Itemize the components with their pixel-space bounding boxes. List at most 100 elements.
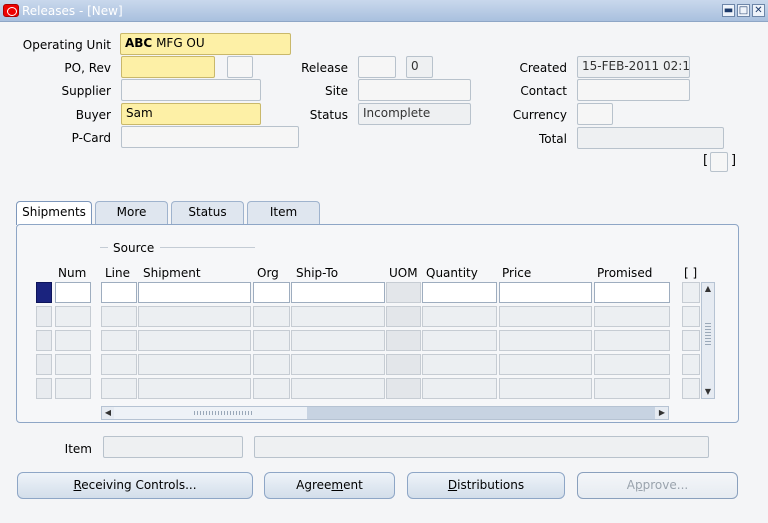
maximize-button[interactable]: □: [737, 4, 750, 17]
receiving-controls-button[interactable]: Receiving Controls...: [17, 472, 253, 499]
tab-more[interactable]: More: [95, 201, 168, 224]
ship-to-cell[interactable]: [291, 306, 385, 327]
line-cell[interactable]: [101, 282, 137, 303]
num-cell[interactable]: [55, 306, 91, 327]
vertical-scrollbar[interactable]: ▲ ▼: [701, 282, 715, 399]
site-label: Site: [324, 84, 348, 98]
distributions-button[interactable]: Distributions: [407, 472, 565, 499]
shipment-cell[interactable]: [138, 378, 251, 399]
org-cell[interactable]: [253, 354, 290, 375]
vertical-scroll-grip[interactable]: [705, 323, 711, 345]
scroll-left-arrow-icon[interactable]: ◀: [102, 407, 114, 419]
contact-field[interactable]: [577, 79, 690, 101]
po-revision-field[interactable]: [227, 56, 253, 78]
org-cell[interactable]: [253, 306, 290, 327]
uom-cell[interactable]: [386, 282, 421, 303]
release-number-field[interactable]: [358, 56, 396, 78]
num-cell[interactable]: [55, 282, 91, 303]
header-dff-field[interactable]: [710, 152, 728, 172]
uom-cell[interactable]: [386, 378, 421, 399]
created-date-field: 15-FEB-2011 02:18: [577, 56, 690, 78]
uom-cell[interactable]: [386, 306, 421, 327]
dff-cell[interactable]: [682, 330, 700, 351]
close-button[interactable]: ✕: [752, 4, 765, 17]
status-field: Incomplete: [358, 103, 471, 125]
minimize-button[interactable]: ▬: [722, 4, 735, 17]
row-selector[interactable]: [36, 306, 52, 327]
approve-label-rest: prove...: [642, 478, 689, 492]
tab-item[interactable]: Item: [247, 201, 320, 224]
site-field[interactable]: [358, 79, 471, 101]
tab-shipments[interactable]: Shipments: [16, 201, 92, 225]
price-cell[interactable]: [499, 330, 592, 351]
row-selector[interactable]: [36, 354, 52, 375]
dff-cell[interactable]: [682, 282, 700, 303]
ship-to-cell[interactable]: [291, 282, 385, 303]
quantity-cell[interactable]: [422, 306, 497, 327]
buyer-field[interactable]: Sam: [121, 103, 261, 125]
promised-cell[interactable]: [594, 330, 670, 351]
horizontal-scroll-thumb[interactable]: [114, 407, 307, 419]
price-cell[interactable]: [499, 354, 592, 375]
shipment-cell[interactable]: [138, 306, 251, 327]
promised-cell[interactable]: [594, 306, 670, 327]
line-cell[interactable]: [101, 330, 137, 351]
price-cell[interactable]: [499, 378, 592, 399]
shipment-cell[interactable]: [138, 282, 251, 303]
row-selector[interactable]: [36, 378, 52, 399]
line-cell[interactable]: [101, 306, 137, 327]
promised-cell[interactable]: [594, 378, 670, 399]
org-cell[interactable]: [253, 378, 290, 399]
currency-field[interactable]: [577, 103, 613, 125]
line-cell[interactable]: [101, 378, 137, 399]
uom-cell[interactable]: [386, 330, 421, 351]
shipment-cell[interactable]: [138, 330, 251, 351]
scroll-up-arrow-icon[interactable]: ▲: [702, 283, 714, 295]
supplier-label: Supplier: [61, 84, 111, 98]
tab-status[interactable]: Status: [171, 201, 244, 224]
uom-cell[interactable]: [386, 354, 421, 375]
dff-open-bracket: [: [703, 153, 709, 168]
quantity-cell[interactable]: [422, 330, 497, 351]
row-selector[interactable]: [36, 330, 52, 351]
scroll-down-arrow-icon[interactable]: ▼: [702, 386, 714, 398]
quantity-cell[interactable]: [422, 282, 497, 303]
num-cell[interactable]: [55, 354, 91, 375]
horizontal-scroll-track[interactable]: [307, 407, 655, 419]
price-cell[interactable]: [499, 282, 592, 303]
operating-unit-field[interactable]: ABC MFG OU: [120, 33, 291, 55]
created-label: Created: [519, 61, 568, 75]
distributions-label: istributions: [457, 478, 525, 492]
promised-cell[interactable]: [594, 354, 670, 375]
promised-cell[interactable]: [594, 282, 670, 303]
release-label: Release: [301, 61, 348, 75]
col-quantity-header: Quantity: [426, 266, 478, 280]
row-selector[interactable]: [36, 282, 52, 303]
dff-cell[interactable]: [682, 354, 700, 375]
item-description-field: [254, 436, 709, 458]
quantity-cell[interactable]: [422, 378, 497, 399]
col-shipment-header: Shipment: [143, 266, 201, 280]
po-number-field[interactable]: [121, 56, 215, 78]
line-cell[interactable]: [101, 354, 137, 375]
ship-to-cell[interactable]: [291, 330, 385, 351]
col-promised-header: Promised: [597, 266, 653, 280]
dff-cell[interactable]: [682, 378, 700, 399]
dff-cell[interactable]: [682, 306, 700, 327]
quantity-cell[interactable]: [422, 354, 497, 375]
agreement-button[interactable]: Agreement: [264, 472, 395, 499]
supplier-field[interactable]: [121, 79, 261, 101]
org-cell[interactable]: [253, 330, 290, 351]
org-cell[interactable]: [253, 282, 290, 303]
scroll-right-arrow-icon[interactable]: ▶: [656, 407, 668, 419]
shipment-cell[interactable]: [138, 354, 251, 375]
receiving-controls-label: eceiving Controls...: [81, 478, 197, 492]
num-cell[interactable]: [55, 330, 91, 351]
horizontal-scrollbar[interactable]: ◀ ▶: [101, 406, 669, 420]
num-cell[interactable]: [55, 378, 91, 399]
price-cell[interactable]: [499, 306, 592, 327]
pcard-field[interactable]: [121, 126, 299, 148]
ship-to-cell[interactable]: [291, 378, 385, 399]
distributions-mnemonic: D: [447, 478, 458, 492]
ship-to-cell[interactable]: [291, 354, 385, 375]
